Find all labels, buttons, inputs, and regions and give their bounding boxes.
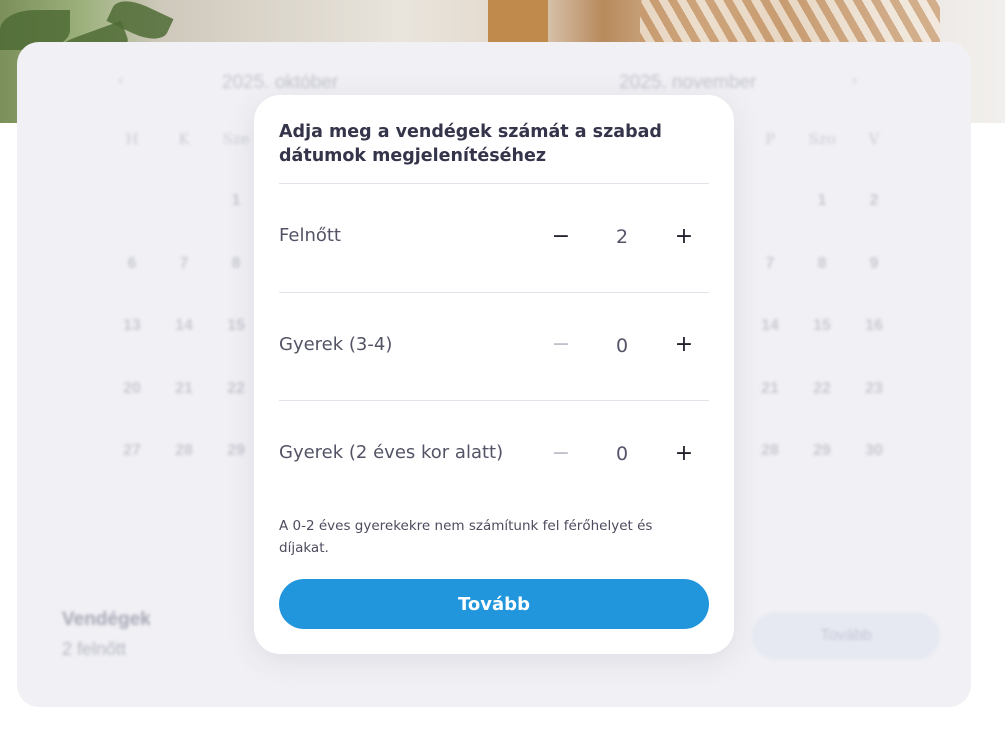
guest-row-label: Gyerek (3-4) xyxy=(279,334,393,355)
guest-count: 2 xyxy=(615,226,629,248)
weekday-label: K xyxy=(178,130,190,148)
calendar-day[interactable]: 21 xyxy=(750,380,790,398)
calendar-day[interactable]: 1 xyxy=(802,192,842,210)
calendar-day[interactable]: 15 xyxy=(216,317,256,335)
continue-button[interactable]: Tovább xyxy=(279,579,709,629)
calendar-day[interactable]: 23 xyxy=(854,380,894,398)
calendar-day[interactable]: 29 xyxy=(216,442,256,460)
prev-month-button[interactable]: ‹ xyxy=(117,70,124,91)
guest-count: 0 xyxy=(615,443,629,465)
left-month-title: 2025. október xyxy=(222,72,339,93)
guest-count-modal: Adja meg a vendégek számát a szabad dátu… xyxy=(254,95,734,654)
right-month-title: 2025. november xyxy=(619,72,757,93)
divider xyxy=(279,292,709,293)
minus-button[interactable]: − xyxy=(547,223,575,251)
calendar-day[interactable]: 29 xyxy=(802,442,842,460)
calendar-day[interactable]: 6 xyxy=(112,255,152,273)
calendar-day[interactable]: 8 xyxy=(802,255,842,273)
calendar-day[interactable]: 22 xyxy=(802,380,842,398)
calendar-day[interactable]: 7 xyxy=(164,255,204,273)
modal-title: Adja meg a vendégek számát a szabad dátu… xyxy=(279,122,662,166)
calendar-day[interactable]: 20 xyxy=(112,380,152,398)
calendar-next-button[interactable]: Tovább xyxy=(752,612,940,660)
weekday-label: H xyxy=(125,130,139,148)
guest-count: 0 xyxy=(615,335,629,357)
next-month-button[interactable]: › xyxy=(851,70,858,91)
calendar-day[interactable]: 1 xyxy=(216,192,256,210)
minus-button[interactable]: − xyxy=(547,331,575,359)
calendar-day[interactable]: 28 xyxy=(750,442,790,460)
guest-row-label: Gyerek (2 éves kor alatt) xyxy=(279,442,504,463)
divider xyxy=(279,400,709,401)
calendar-day[interactable]: 9 xyxy=(854,255,894,273)
calendar-day[interactable]: 8 xyxy=(216,255,256,273)
calendar-day[interactable]: 7 xyxy=(750,255,790,273)
plus-button[interactable]: + xyxy=(670,331,698,359)
plus-button[interactable]: + xyxy=(670,440,698,468)
guests-value[interactable]: 2 felnőtt xyxy=(62,639,126,660)
divider xyxy=(279,183,709,184)
weekday-label: Sze xyxy=(222,130,250,148)
calendar-day[interactable]: 22 xyxy=(216,380,256,398)
calendar-day[interactable]: 30 xyxy=(854,442,894,460)
calendar-day[interactable]: 14 xyxy=(164,317,204,335)
calendar-day[interactable]: 14 xyxy=(750,317,790,335)
calendar-day[interactable]: 28 xyxy=(164,442,204,460)
plus-button[interactable]: + xyxy=(670,223,698,251)
weekday-label: P xyxy=(764,130,776,148)
minus-button[interactable]: − xyxy=(547,440,575,468)
calendar-day[interactable]: 27 xyxy=(112,442,152,460)
calendar-day[interactable]: 21 xyxy=(164,380,204,398)
calendar-day[interactable]: 2 xyxy=(854,192,894,210)
infant-note: A 0-2 éves gyerekekre nem számítunk fel … xyxy=(279,518,653,556)
guests-label: Vendégek xyxy=(62,609,151,630)
weekday-label: Szo xyxy=(808,130,836,148)
calendar-day[interactable]: 16 xyxy=(854,317,894,335)
weekday-label: V xyxy=(868,130,880,148)
calendar-day[interactable]: 15 xyxy=(802,317,842,335)
calendar-day[interactable]: 13 xyxy=(112,317,152,335)
guest-row-label: Felnőtt xyxy=(279,225,341,246)
